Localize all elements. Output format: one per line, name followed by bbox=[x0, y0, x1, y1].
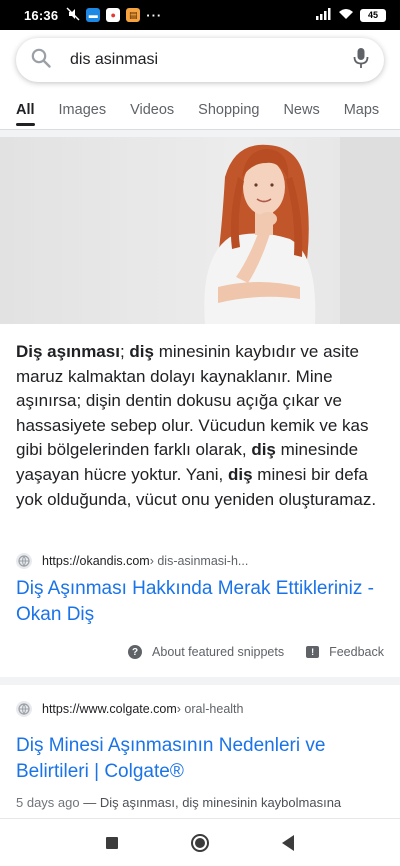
result-snippet-text: — Diş aşınması, diş minesinin kaybolması… bbox=[79, 795, 342, 810]
signal-icon bbox=[316, 7, 332, 23]
help-icon: ? bbox=[128, 645, 143, 659]
about-featured-snippets-link[interactable]: ? About featured snippets bbox=[128, 645, 284, 659]
result-domain: https://okandis.com bbox=[42, 554, 150, 568]
snippet-bold-term: diş bbox=[129, 342, 154, 361]
snippet-footer: ? About featured snippets ! Feedback bbox=[0, 640, 400, 664]
globe-icon bbox=[16, 701, 32, 717]
back-button[interactable] bbox=[281, 834, 294, 851]
result-source[interactable]: https://okandis.com › dis-asinmasi-h... bbox=[16, 553, 248, 569]
tab-images[interactable]: Images bbox=[59, 92, 107, 128]
result-snippet: 5 days ago — Diş aşınması, diş minesinin… bbox=[16, 795, 386, 810]
snippet-text-segment: ; bbox=[119, 342, 130, 361]
notification-icon: ▤ bbox=[126, 8, 141, 22]
snippet-bold-term: Diş aşınması bbox=[16, 342, 120, 361]
status-bar: 16:36 ▬ ● ▤ ··· 45 bbox=[0, 0, 400, 30]
snippet-bold-term: diş bbox=[251, 440, 276, 460]
tab-videos[interactable]: Videos bbox=[130, 92, 174, 128]
result-source[interactable]: https://www.colgate.com › oral-health bbox=[16, 701, 243, 717]
featured-result-title-link[interactable]: Diş Aşınması Hakkında Merak Ettikleriniz… bbox=[16, 576, 386, 628]
result-domain: https://www.colgate.com bbox=[42, 702, 177, 716]
home-button[interactable] bbox=[190, 833, 209, 852]
mute-icon bbox=[66, 7, 80, 24]
messages-icon: ▬ bbox=[86, 8, 101, 22]
globe-icon bbox=[16, 553, 32, 569]
feedback-link[interactable]: ! Feedback bbox=[306, 645, 384, 659]
battery-level: 45 bbox=[367, 10, 378, 20]
about-featured-snippets-label: About featured snippets bbox=[152, 645, 285, 659]
search-bar[interactable]: dis asinmasi bbox=[16, 38, 384, 82]
app-icon: ● bbox=[106, 8, 121, 22]
search-header: dis asinmasi All Images Videos Shopping … bbox=[0, 30, 400, 130]
result-path: › oral-health bbox=[176, 702, 244, 716]
result-path: › dis-asinmasi-h... bbox=[149, 554, 249, 568]
featured-snippet-image[interactable] bbox=[0, 137, 400, 324]
search-results-page: 16:36 ▬ ● ▤ ··· 45 dis asinmasi All Imag… bbox=[0, 0, 400, 866]
tab-news[interactable]: News bbox=[283, 92, 319, 128]
battery-icon: 45 bbox=[360, 8, 386, 22]
featured-snippet-text: Diş aşınması; diş minesinin kaybıdır ve … bbox=[16, 340, 386, 512]
snippet-bold-term: diş bbox=[228, 464, 253, 484]
section-gap bbox=[0, 677, 400, 685]
system-navigation-bar bbox=[0, 818, 400, 866]
status-time: 16:36 bbox=[24, 7, 59, 23]
microphone-icon[interactable] bbox=[352, 47, 370, 74]
search-icon[interactable] bbox=[30, 47, 52, 74]
section-gap bbox=[0, 130, 400, 137]
result-date: 5 days ago bbox=[16, 795, 80, 810]
search-input[interactable]: dis asinmasi bbox=[70, 51, 352, 69]
feedback-icon: ! bbox=[306, 646, 320, 658]
result-title-link[interactable]: Diş Minesi Aşınmasının Nedenleri ve Beli… bbox=[16, 733, 386, 785]
search-tabs: All Images Videos Shopping News Maps bbox=[0, 92, 400, 128]
tab-all[interactable]: All bbox=[16, 92, 35, 128]
feedback-label: Feedback bbox=[329, 645, 384, 659]
tab-shopping[interactable]: Shopping bbox=[198, 92, 259, 128]
recent-apps-button[interactable] bbox=[106, 836, 119, 849]
wifi-icon bbox=[338, 8, 354, 23]
more-notifications: ··· bbox=[146, 7, 163, 23]
tab-maps[interactable]: Maps bbox=[344, 92, 379, 128]
